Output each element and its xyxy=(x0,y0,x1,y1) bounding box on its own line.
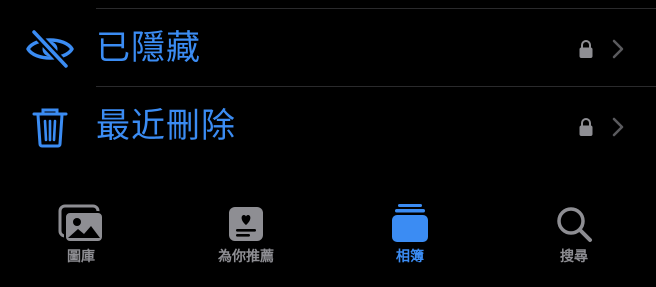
chevron-right-icon xyxy=(612,39,624,59)
tab-label: 圖庫 xyxy=(67,249,95,265)
tab-bar: 圖庫 為你推薦 相簿 搜尋 xyxy=(0,192,656,287)
trash-icon xyxy=(24,101,76,153)
recently-deleted-label: 最近刪除 xyxy=(96,106,236,146)
tab-label: 搜尋 xyxy=(560,249,588,265)
recently-deleted-row[interactable]: 最近刪除 xyxy=(0,87,656,167)
tab-albums[interactable]: 相簿 xyxy=(340,192,480,287)
tab-label: 為你推薦 xyxy=(218,249,274,265)
tab-library[interactable]: 圖庫 xyxy=(11,192,151,287)
lock-icon xyxy=(579,40,593,58)
hidden-album-row[interactable]: 已隱藏 xyxy=(0,9,656,89)
photo-library-icon xyxy=(57,200,105,244)
eye-slash-icon xyxy=(24,23,76,75)
hidden-album-label: 已隱藏 xyxy=(96,28,201,68)
magnifier-icon xyxy=(550,200,598,244)
albums-icon xyxy=(386,200,434,244)
lock-icon xyxy=(579,118,593,136)
tab-label: 相簿 xyxy=(396,249,424,265)
for-you-icon xyxy=(222,200,270,244)
tab-search[interactable]: 搜尋 xyxy=(504,192,644,287)
chevron-right-icon xyxy=(612,117,624,137)
tab-for-you[interactable]: 為你推薦 xyxy=(176,192,316,287)
